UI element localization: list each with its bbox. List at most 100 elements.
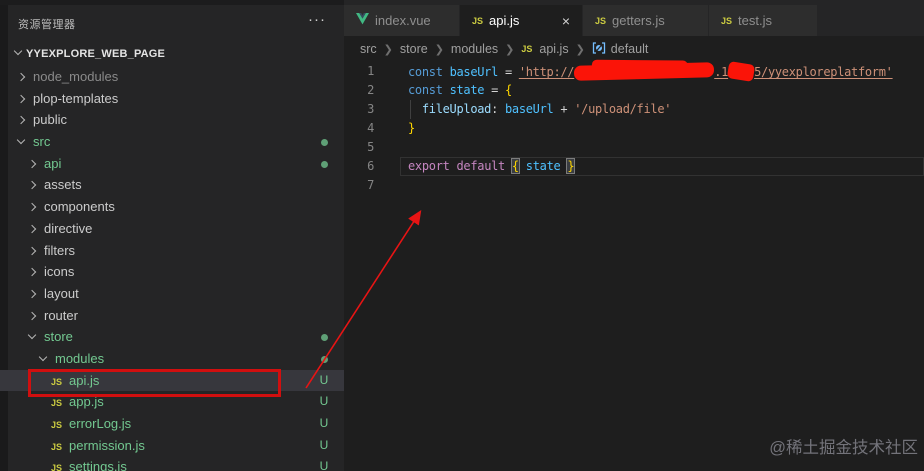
tree-item-filters[interactable]: filters xyxy=(0,240,344,262)
tree-item-icons[interactable]: icons xyxy=(0,261,344,283)
chevron-right-icon xyxy=(27,202,37,212)
code-line-1[interactable]: 1 const baseUrl = 'http:// .1 5/yyexplorepl… xyxy=(344,61,924,82)
watermark: @稀土掘金技术社区 xyxy=(769,439,918,457)
code-token: { xyxy=(504,83,512,97)
js-file-icon: JS xyxy=(51,463,63,471)
tree-item-errorLog-js[interactable]: JS errorLog.js U xyxy=(0,413,344,435)
tree-item-label: assets xyxy=(44,177,82,193)
file-tree: node_modules plop-templates public src api as… xyxy=(0,66,344,471)
code-editor[interactable]: 1 const baseUrl = 'http:// .1 5/yyexplorepl… xyxy=(344,61,924,195)
tree-item-router[interactable]: router xyxy=(0,305,344,327)
chevron-right-icon xyxy=(27,159,37,168)
tab-test-js[interactable]: JS test.js xyxy=(709,5,817,36)
tree-item-label: api xyxy=(44,155,62,171)
tree-item-store[interactable]: store xyxy=(0,326,344,348)
chevron-right-icon xyxy=(27,246,37,255)
chevron-right-icon: ❯ xyxy=(434,43,444,56)
breadcrumb-item-src[interactable]: src xyxy=(360,42,377,56)
breadcrumb-item-default[interactable]: default xyxy=(592,41,648,57)
git-untracked-badge: U xyxy=(319,416,329,430)
explorer-header: 资源管理器 ··· xyxy=(8,11,344,34)
tree-item-node-modules[interactable]: node_modules xyxy=(0,66,344,88)
tree-item-label: errorLog.js xyxy=(69,416,132,431)
tab-index-vue[interactable]: index.vue xyxy=(344,5,459,36)
more-actions-icon[interactable]: ··· xyxy=(308,11,326,28)
code-line-6[interactable]: 6 export default { state } xyxy=(344,157,924,176)
tree-item-label: settings.js xyxy=(69,459,127,471)
code-line-4[interactable]: 4} xyxy=(344,119,924,138)
tree-item-label: directive xyxy=(44,220,93,236)
project-root-folder[interactable]: YYEXPLORE_WEB_PAGE xyxy=(8,43,344,65)
code-token: 'http:// xyxy=(518,65,575,79)
js-file-icon: JS xyxy=(51,420,63,430)
code-line-7[interactable]: 7 xyxy=(344,176,924,195)
code-line-2[interactable]: 2 const state = { xyxy=(344,81,924,100)
code-token: : xyxy=(491,102,505,116)
tree-item-components[interactable]: components xyxy=(0,196,344,218)
git-modified-dot-badge xyxy=(321,355,328,363)
code-token: + xyxy=(553,102,575,116)
tree-item-permission-js[interactable]: JS permission.js U xyxy=(0,435,344,457)
tab-label: api.js xyxy=(489,13,520,28)
chevron-down-icon xyxy=(38,352,48,362)
chevron-right-icon: ❯ xyxy=(383,43,393,56)
line-number: 5 xyxy=(367,140,374,154)
git-untracked-badge: U xyxy=(319,459,329,471)
line-number: 7 xyxy=(367,178,374,192)
tab-bar: index.vue JS api.js × JS getters.js JS test.js xyxy=(344,0,924,36)
close-icon[interactable]: × xyxy=(562,14,570,28)
chevron-right-icon xyxy=(27,289,37,299)
chevron-right-icon xyxy=(16,72,26,82)
tree-item-assets[interactable]: assets xyxy=(0,174,344,196)
tree-item-app-js[interactable]: JS app.js U xyxy=(0,391,344,413)
js-file-icon: JS xyxy=(51,398,63,409)
chevron-right-icon xyxy=(27,181,37,190)
chevron-right-icon xyxy=(27,224,37,234)
code-line-3[interactable]: 3 fileUpload: baseUrl + '/upload/file' xyxy=(344,100,924,119)
tree-item-api[interactable]: api xyxy=(0,153,344,175)
tab-label: index.vue xyxy=(375,13,431,28)
chevron-right-icon xyxy=(27,267,37,277)
tree-item-api-js[interactable]: JS api.js U xyxy=(0,369,344,392)
vscode-window: 资源管理器 ··· YYEXPLORE_WEB_PAGE node_module… xyxy=(0,0,924,471)
code-line-5[interactable]: 5 xyxy=(344,138,924,157)
chevron-right-icon xyxy=(16,116,26,125)
tree-item-modules[interactable]: modules xyxy=(0,348,344,370)
tree-item-plop-templates[interactable]: plop-templates xyxy=(0,88,344,110)
line-content: fileUpload: baseUrl + '/upload/file' xyxy=(374,100,672,119)
js-file-icon: JS xyxy=(595,15,607,26)
js-file-icon: JS xyxy=(51,376,63,387)
tree-item-src[interactable]: src xyxy=(0,131,344,153)
explorer-title: 资源管理器 xyxy=(18,19,76,31)
explorer-sidebar: 资源管理器 ··· YYEXPLORE_WEB_PAGE node_module… xyxy=(0,0,344,471)
project-name: YYEXPLORE_WEB_PAGE xyxy=(26,48,166,60)
code-token: state xyxy=(449,83,485,97)
breadcrumb-label: store xyxy=(399,42,428,56)
tree-item-label: src xyxy=(33,134,51,150)
breadcrumb-label: modules xyxy=(450,42,499,56)
chevron-down-icon xyxy=(27,331,37,340)
code-token: 5/yyexploreplatform' xyxy=(754,65,893,79)
code-token: } xyxy=(408,121,415,135)
tree-item-label: plop-templates xyxy=(33,90,119,106)
breadcrumb-item-store[interactable]: store xyxy=(400,42,428,56)
symbol-variable-icon xyxy=(592,41,606,57)
tab-api-js[interactable]: JS api.js × xyxy=(460,5,582,36)
code-token: = xyxy=(498,65,519,79)
tree-item-label: permission.js xyxy=(69,437,145,453)
breadcrumb-item-modules[interactable]: modules xyxy=(451,42,498,56)
line-content: const state = { xyxy=(374,81,512,100)
tab-getters-js[interactable]: JS getters.js xyxy=(583,5,708,36)
code-token: .1 xyxy=(714,65,729,79)
tree-item-label: router xyxy=(44,307,78,323)
js-file-icon: JS xyxy=(472,15,484,26)
breadcrumb-item-api-js[interactable]: JS api.js xyxy=(521,42,568,56)
sidebar-top-strip xyxy=(0,0,344,5)
line-content xyxy=(374,176,408,195)
tree-item-layout[interactable]: layout xyxy=(0,283,344,305)
tree-item-settings-js[interactable]: JS settings.js U xyxy=(0,456,344,471)
code-token: const xyxy=(408,65,450,79)
line-number: 1 xyxy=(367,64,374,78)
tree-item-directive[interactable]: directive xyxy=(0,218,344,240)
tree-item-public[interactable]: public xyxy=(0,109,344,131)
